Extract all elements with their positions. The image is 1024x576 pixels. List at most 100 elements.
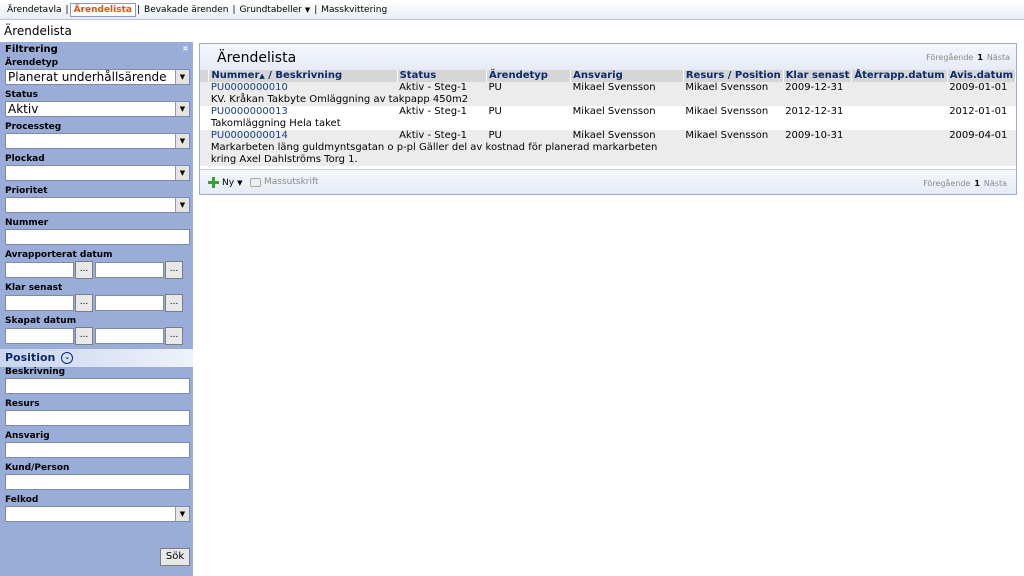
chevron-down-icon: ▼ (237, 178, 243, 187)
calendar-button[interactable]: ... (165, 261, 183, 279)
top-pager: Föregående 1 Nästa (926, 53, 1010, 62)
table-row-description: Markarbeten läng guldmyntsgatan o p-pl G… (200, 142, 1016, 154)
col-arendetyp[interactable]: Ärendetyp (486, 70, 572, 82)
cell-resurs: Mikael Svensson (683, 106, 784, 118)
processteg-select[interactable]: ▼ (5, 133, 190, 149)
col-nummer-beskrivning[interactable]: Nummer▲ / Beskrivning (208, 70, 398, 82)
pager-next[interactable]: Nästa (987, 53, 1010, 62)
nav-masskvittering[interactable]: Masskvittering (318, 4, 390, 16)
pager-prev[interactable]: Föregående (923, 179, 970, 188)
calendar-button[interactable]: ... (75, 261, 93, 279)
kund-label: Kund/Person (5, 463, 70, 473)
beskrivning-input[interactable] (5, 378, 190, 394)
col-ansvarig[interactable]: Ansvarig (570, 70, 684, 82)
skapat-label: Skapat datum (5, 316, 77, 326)
table-row-description: kring Axel Dahlströms Torg 1. (200, 154, 1016, 166)
position-section-header[interactable]: Position ⌄ (0, 349, 193, 367)
ansvarig-input[interactable] (5, 442, 190, 458)
nav-arendetavla[interactable]: Ärendetavla (4, 4, 65, 16)
klar-senast-label: Klar senast (5, 283, 63, 293)
row-handle (200, 82, 209, 94)
calendar-button[interactable]: ... (165, 327, 183, 345)
arendetyp-select[interactable]: Planerat underhållsärende ▼ (5, 69, 190, 85)
resurs-input[interactable] (5, 410, 190, 426)
col-position[interactable]: Position (735, 70, 781, 81)
expand-chevron-icon[interactable]: ⌄ (61, 352, 74, 364)
calendar-button[interactable]: ... (75, 294, 93, 312)
cell-nummer[interactable]: PU0000000010 (208, 82, 398, 94)
kund-input[interactable] (5, 474, 190, 490)
results-table: Nummer▲ / Beskrivning Status Ärendetyp A… (200, 70, 1017, 166)
klar-senast-from-input[interactable] (5, 295, 74, 311)
prioritet-select[interactable]: ▼ (5, 197, 190, 213)
dropdown-arrow-icon[interactable]: ▼ (175, 134, 189, 148)
cell-beskrivning: KV. Kråkan Takbyte Omläggning av takpapp… (208, 94, 684, 106)
pager-current: 1 (977, 53, 983, 62)
table-row[interactable]: PU0000000013 Aktiv - Steg-1 PU Mikael Sv… (200, 106, 1016, 118)
dropdown-arrow-icon[interactable]: ▼ (175, 102, 189, 116)
col-status[interactable]: Status (397, 70, 488, 82)
avrapporterat-range: ... ... (5, 261, 193, 279)
pager-next[interactable]: Nästa (984, 179, 1007, 188)
nummer-input[interactable] (5, 229, 190, 245)
nav-grundtabeller[interactable]: Grundtabeller ▼ (237, 4, 314, 16)
calendar-button[interactable]: ... (165, 294, 183, 312)
table-row[interactable]: PU0000000014 Aktiv - Steg-1 PU Mikael Sv… (200, 130, 1016, 142)
status-value: Aktiv (8, 102, 39, 116)
new-button-label: Ny (222, 177, 235, 188)
pin-icon[interactable]: ¤ (183, 44, 188, 53)
col-resurs-position[interactable]: Resurs / Position (683, 70, 784, 82)
header-handle (200, 70, 210, 82)
col-beskrivning[interactable]: Beskrivning (275, 70, 342, 81)
nav-arendelista[interactable]: Ärendelista (69, 2, 136, 17)
dropdown-arrow-icon[interactable]: ▼ (175, 166, 189, 180)
search-button[interactable]: Sök (160, 548, 190, 566)
cell-ansvarig: Mikael Svensson (570, 130, 684, 142)
cell-nummer[interactable]: PU0000000013 (208, 106, 398, 118)
cell-arendetyp: PU (486, 82, 571, 94)
skapat-to-input[interactable] (95, 328, 164, 344)
cell-klar-senast: 2012-12-31 (783, 106, 852, 118)
cell-aterrapp (851, 82, 948, 94)
pager-prev[interactable]: Föregående (926, 53, 973, 62)
mass-print-button[interactable]: Massutskrift (250, 177, 319, 187)
cell-aterrapp (851, 106, 948, 118)
cell-avis: 2009-01-01 (947, 82, 1016, 94)
row-handle (200, 94, 209, 106)
col-nummer[interactable]: Nummer (211, 70, 259, 81)
status-select[interactable]: Aktiv ▼ (5, 101, 190, 117)
bottom-pager: Föregående 1 Nästa (923, 179, 1007, 188)
avrapporterat-to-input[interactable] (95, 262, 164, 278)
nav-bevakade-arenden[interactable]: Bevakade ärenden (141, 4, 231, 16)
cell-avis: 2012-01-01 (947, 106, 1016, 118)
col-aterrapp[interactable]: Återrapp.datum (851, 70, 948, 82)
table-row[interactable]: PU0000000010 Aktiv - Steg-1 PU Mikael Sv… (200, 82, 1016, 94)
processteg-label: Processteg (5, 122, 62, 132)
calendar-button[interactable]: ... (75, 327, 93, 345)
avrapporterat-from-input[interactable] (5, 262, 74, 278)
col-resurs[interactable]: Resurs (686, 70, 724, 81)
row-handle (200, 142, 209, 154)
dropdown-arrow-icon[interactable]: ▼ (175, 198, 189, 212)
skapat-range: ... ... (5, 327, 193, 345)
klar-senast-to-input[interactable] (95, 295, 164, 311)
felkod-select[interactable]: ▼ (5, 506, 190, 522)
cell-nummer[interactable]: PU0000000014 (208, 130, 398, 142)
plockad-select[interactable]: ▼ (5, 165, 190, 181)
cell-status: Aktiv - Steg-1 (397, 130, 487, 142)
skapat-from-input[interactable] (5, 328, 74, 344)
cell-arendetyp: PU (486, 130, 571, 142)
new-button[interactable]: Ny ▼ (208, 177, 242, 188)
cell-beskrivning: kring Axel Dahlströms Torg 1. (208, 154, 684, 166)
klar-senast-range: ... ... (5, 294, 193, 312)
dropdown-arrow-icon[interactable]: ▼ (175, 70, 189, 84)
row-handle (200, 154, 209, 166)
cell-ansvarig: Mikael Svensson (570, 82, 684, 94)
pager-current: 1 (974, 179, 980, 188)
col-avis[interactable]: Avis.datum (947, 70, 1017, 82)
dropdown-arrow-icon[interactable]: ▼ (175, 507, 189, 521)
filter-title: Filtrering (5, 44, 58, 55)
cell-aterrapp (851, 130, 948, 142)
col-klar-senast[interactable]: Klar senast (783, 70, 853, 82)
arendetyp-value: Planerat underhållsärende (8, 70, 167, 84)
